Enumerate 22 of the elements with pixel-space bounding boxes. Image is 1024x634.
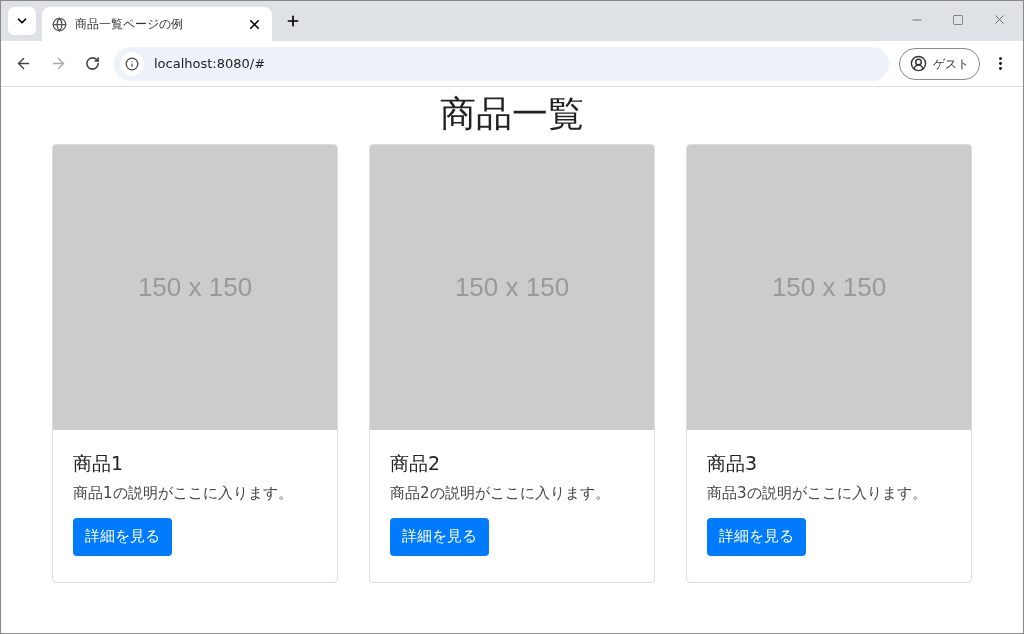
tab-title: 商品一覧ページの例	[75, 16, 184, 33]
maximize-icon[interactable]	[952, 13, 964, 26]
url-text: localhost:8080/#	[154, 54, 266, 73]
page-heading: 商品一覧	[440, 92, 584, 136]
new-tab-icon[interactable]	[285, 13, 301, 29]
reload-icon[interactable]	[85, 56, 100, 71]
tab-list-button[interactable]	[8, 7, 36, 35]
back-icon[interactable]	[15, 55, 32, 72]
card-description: 商品2の説明がここに入ります。	[390, 483, 610, 504]
user-icon	[910, 55, 927, 72]
card-description: 商品3の説明がここに入ります。	[707, 483, 927, 504]
card-title: 商品1	[73, 451, 124, 476]
card-title: 商品3	[707, 451, 758, 476]
info-icon[interactable]	[125, 56, 139, 71]
browser-tab[interactable]: 商品一覧ページの例	[42, 7, 272, 41]
address-bar[interactable]: localhost:8080/#	[114, 46, 889, 81]
details-button[interactable]: 詳細を見る	[390, 517, 489, 556]
card-title: 商品2	[390, 451, 441, 476]
details-button[interactable]: 詳細を見る	[707, 517, 806, 556]
details-button[interactable]: 詳細を見る	[73, 517, 172, 556]
globe-icon	[52, 16, 67, 32]
card-description: 商品1の説明がここに入ります。	[73, 483, 293, 504]
